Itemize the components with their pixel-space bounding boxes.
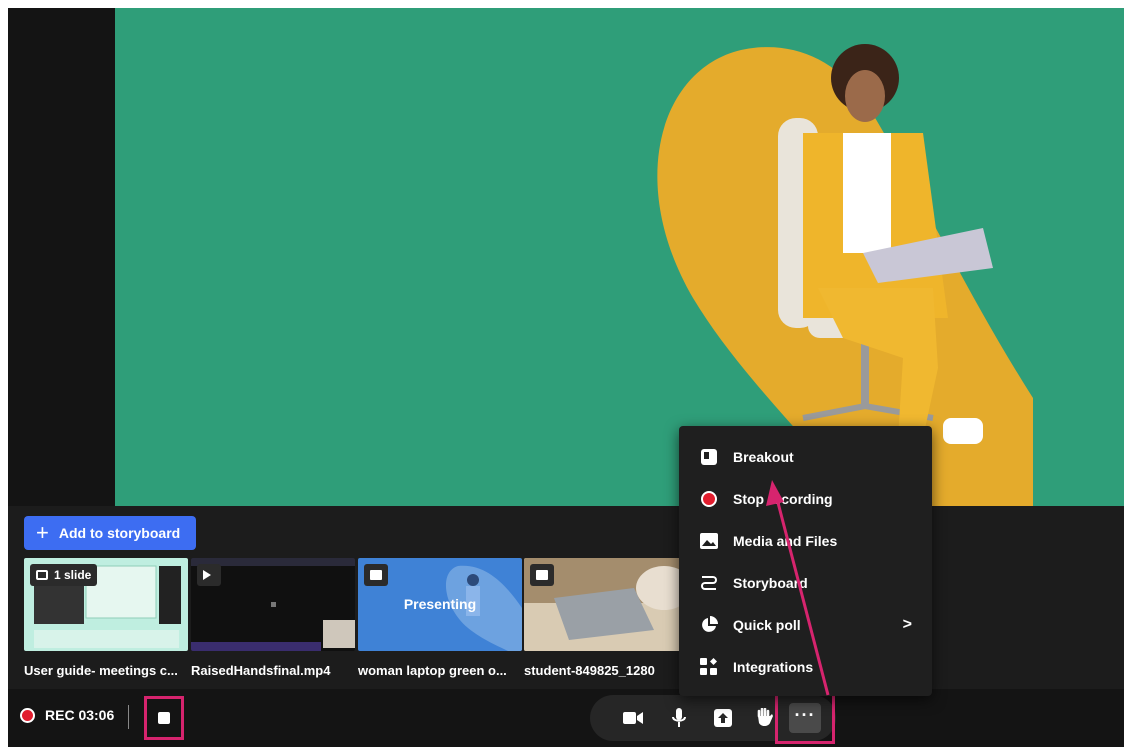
share-upload-icon <box>714 709 732 727</box>
menu-item-quick-poll[interactable]: Quick poll > <box>679 605 932 645</box>
image-icon <box>699 531 719 551</box>
meeting-controls-bar: REC 03:06 ··· <box>8 689 1124 747</box>
storyboard-item[interactable]: 1 slide User guide- meetings c... <box>24 558 188 678</box>
raise-hand-icon <box>757 708 773 726</box>
thumbnail-image: 1 slide <box>24 558 188 651</box>
menu-item-media-and-files[interactable]: Media and Files <box>679 521 932 561</box>
menu-item-label: Breakout <box>733 449 794 465</box>
thumbnail-image <box>191 558 355 651</box>
storyboard-item-caption: RaisedHandsfinal.mp4 <box>191 663 331 678</box>
stop-recording-button[interactable] <box>144 696 184 740</box>
menu-item-label: Stop recording <box>733 491 833 507</box>
menu-item-storyboard[interactable]: Storyboard <box>679 563 932 603</box>
share-button[interactable] <box>708 704 738 732</box>
thumbnail-image <box>524 558 688 651</box>
image-icon <box>536 570 548 580</box>
video-badge <box>197 564 221 586</box>
presentation-stage <box>115 8 1124 506</box>
add-to-storyboard-button[interactable]: + Add to storyboard <box>24 516 196 550</box>
recording-timer: REC 03:06 <box>45 707 115 723</box>
menu-item-label: Media and Files <box>733 533 838 549</box>
camera-button[interactable] <box>618 704 648 732</box>
thumbnail-image: Presenting <box>358 558 522 651</box>
menu-item-label: Integrations <box>733 659 814 675</box>
storyboard-item-caption: student-849825_1280 <box>524 663 655 678</box>
record-icon <box>699 489 719 509</box>
menu-item-stop-recording[interactable]: Stop recording <box>679 479 932 519</box>
microphone-button[interactable] <box>664 704 694 732</box>
menu-item-label: Quick poll <box>733 617 801 633</box>
recording-indicator: REC 03:06 <box>20 707 114 723</box>
storyboard-item-caption: User guide- meetings c... <box>24 663 178 678</box>
record-icon <box>20 707 35 723</box>
storyboard-bar: + Add to storyboard 1 slide User guide- … <box>8 506 1124 689</box>
storyboard-item[interactable]: Presenting woman laptop green o... <box>358 558 522 678</box>
slide-count-badge: 1 slide <box>30 564 98 586</box>
more-icon: ··· <box>789 703 821 733</box>
storyboard-icon <box>699 573 719 593</box>
presenting-label: Presenting <box>403 596 477 612</box>
image-badge <box>530 564 554 586</box>
storyboard-thumbnails: 1 slide User guide- meetings c... Raised… <box>24 558 1124 686</box>
chevron-right-icon: > <box>902 616 912 633</box>
add-to-storyboard-label: Add to storyboard <box>58 525 181 541</box>
image-icon <box>370 570 382 580</box>
storyboard-item-caption: woman laptop green o... <box>358 663 507 678</box>
play-icon <box>203 570 211 580</box>
stop-icon <box>158 712 170 724</box>
storyboard-item[interactable]: student-849825_1280 <box>524 558 688 678</box>
menu-item-label: Storyboard <box>733 575 808 591</box>
more-options-button[interactable]: ··· <box>775 692 835 744</box>
plus-icon: + <box>36 520 49 545</box>
image-badge <box>364 564 388 586</box>
integrations-icon <box>699 657 719 677</box>
divider <box>128 705 129 729</box>
menu-item-integrations[interactable]: Integrations <box>679 647 932 687</box>
breakout-icon <box>699 447 719 467</box>
slides-icon <box>36 570 48 580</box>
pie-chart-icon <box>699 615 719 635</box>
storyboard-item[interactable]: RaisedHandsfinal.mp4 <box>191 558 355 678</box>
menu-item-breakout[interactable]: Breakout <box>679 437 932 477</box>
meeting-window: + Add to storyboard 1 slide User guide- … <box>8 8 1124 747</box>
microphone-icon <box>672 708 686 727</box>
camera-icon <box>623 712 643 724</box>
more-options-menu: Breakout Stop recording Media and Files … <box>679 426 932 696</box>
